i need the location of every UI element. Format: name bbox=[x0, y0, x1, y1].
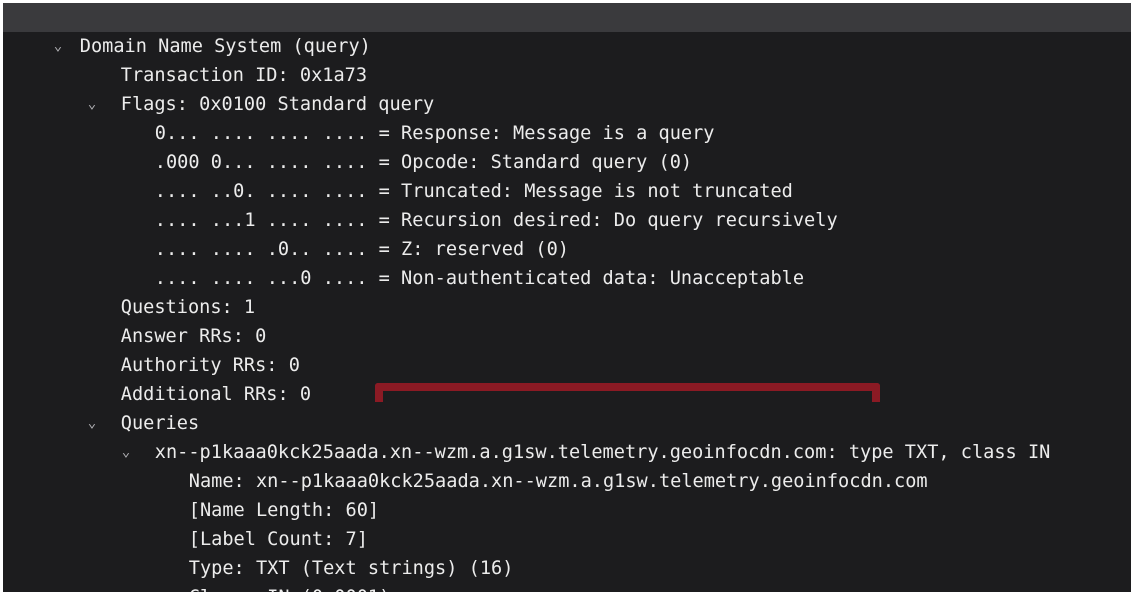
annotation-bracket bbox=[375, 383, 880, 402]
tree-row-additional-rrs[interactable]: Additional RRs: 0 bbox=[3, 351, 311, 405]
tree-row-flag-response[interactable]: 0... .... .... .... = Response: Message … bbox=[3, 90, 715, 144]
tree-row-query-class[interactable]: Class: IN (0x0001) bbox=[3, 554, 391, 592]
tree-row-flag-non-auth[interactable]: .... .... ...0 .... = Non-authenticated … bbox=[3, 235, 804, 289]
tree-row-flag-opcode[interactable]: .000 0... .... .... = Opcode: Standard q… bbox=[3, 119, 692, 173]
tree-row-flags[interactable]: ⌄ Flags: 0x0100 Standard query bbox=[3, 61, 434, 115]
tree-row-answer-rrs[interactable]: Answer RRs: 0 bbox=[3, 293, 267, 347]
tree-row-flag-truncated[interactable]: .... ..0. .... .... = Truncated: Message… bbox=[3, 148, 793, 202]
tree-row-query-label-count[interactable]: [Label Count: 7] bbox=[3, 496, 368, 550]
tree-row-query-name-length[interactable]: [Name Length: 60] bbox=[3, 467, 379, 521]
tree-row-dns[interactable]: ⌄ Domain Name System (query) bbox=[3, 3, 1131, 57]
tree-row-questions[interactable]: Questions: 1 bbox=[3, 264, 255, 318]
tree-row-flag-recursion[interactable]: .... ...1 .... .... = Recursion desired:… bbox=[3, 177, 838, 231]
tree-row-query-type[interactable]: Type: TXT (Text strings) (16) bbox=[3, 525, 514, 579]
tree-row-flag-z[interactable]: .... .... .0.. .... = Z: reserved (0) bbox=[3, 206, 569, 260]
tree-row-transaction-id[interactable]: Transaction ID: 0x1a73 bbox=[3, 32, 367, 86]
query-class-label: Class: IN (0x0001) bbox=[189, 583, 391, 592]
tree-row-authority-rrs[interactable]: Authority RRs: 0 bbox=[3, 322, 300, 376]
tree-row-query-entry[interactable]: ⌄ xn--p1kaaa0kck25aada.xn--wzm.a.g1sw.tel… bbox=[3, 409, 1051, 463]
packet-details-pane[interactable]: ⌄ Domain Name System (query) Transaction … bbox=[3, 3, 1131, 592]
tree-row-query-name[interactable]: Name: xn--p1kaaa0kck25aada.xn--wzm.a.g1s… bbox=[3, 438, 928, 492]
tree-row-queries[interactable]: ⌄ Queries bbox=[3, 380, 199, 434]
